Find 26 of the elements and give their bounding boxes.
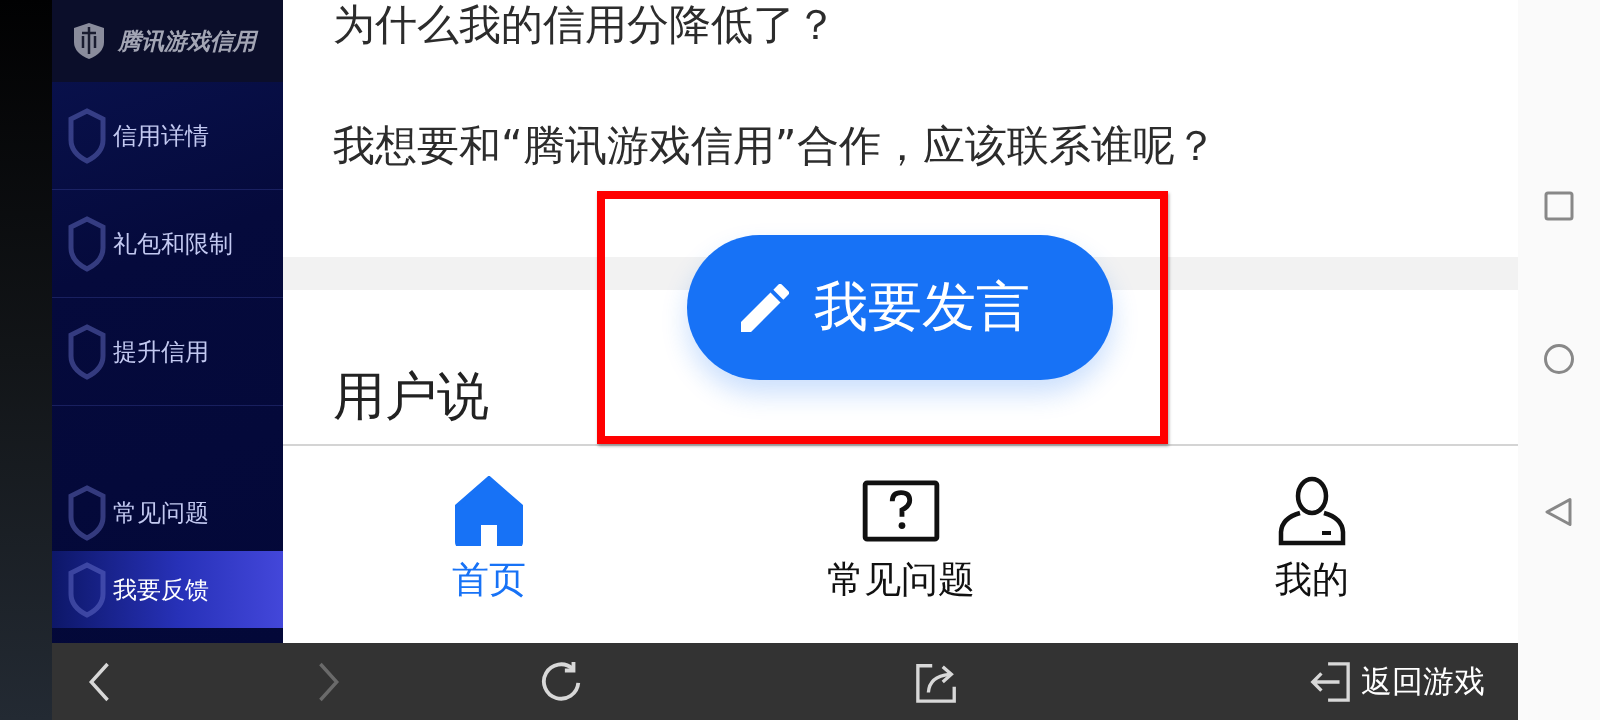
shield-icon: [68, 484, 106, 541]
triangle-icon: [1544, 497, 1574, 527]
pencil-icon: [741, 283, 789, 332]
section-title: 用户说: [333, 365, 489, 427]
house-icon: [454, 476, 523, 546]
shield-icon: [68, 561, 106, 618]
shield-icon: [68, 107, 106, 164]
sidebar-item[interactable]: 我要反馈: [52, 551, 283, 628]
nav-tab[interactable]: 首页: [283, 446, 695, 643]
chevron-right-icon: [317, 660, 341, 703]
shield-icon: [68, 215, 106, 272]
circle-icon: [1544, 344, 1574, 374]
post-button[interactable]: 我要发言: [687, 235, 1113, 380]
question-link[interactable]: 为什么我的信用分降低了？: [333, 0, 837, 50]
chevron-left-icon: [87, 660, 111, 703]
sidebar-item[interactable]: 常见问题: [52, 474, 283, 551]
nav-tab[interactable]: 我的: [1106, 446, 1518, 643]
question-icon: [861, 480, 940, 542]
person-icon: [1278, 476, 1347, 546]
shield-emblem-icon: [71, 22, 107, 60]
question-link[interactable]: 我想要和“腾讯游戏信用”合作，应该联系谁呢？: [333, 121, 1217, 171]
exit-arrow-icon: [1309, 660, 1351, 703]
shield-icon: [68, 323, 106, 380]
nav-tab[interactable]: 常见问题: [694, 446, 1107, 643]
square-icon: [1544, 191, 1574, 221]
return-to-game-button[interactable]: 返回游戏: [1309, 660, 1485, 703]
